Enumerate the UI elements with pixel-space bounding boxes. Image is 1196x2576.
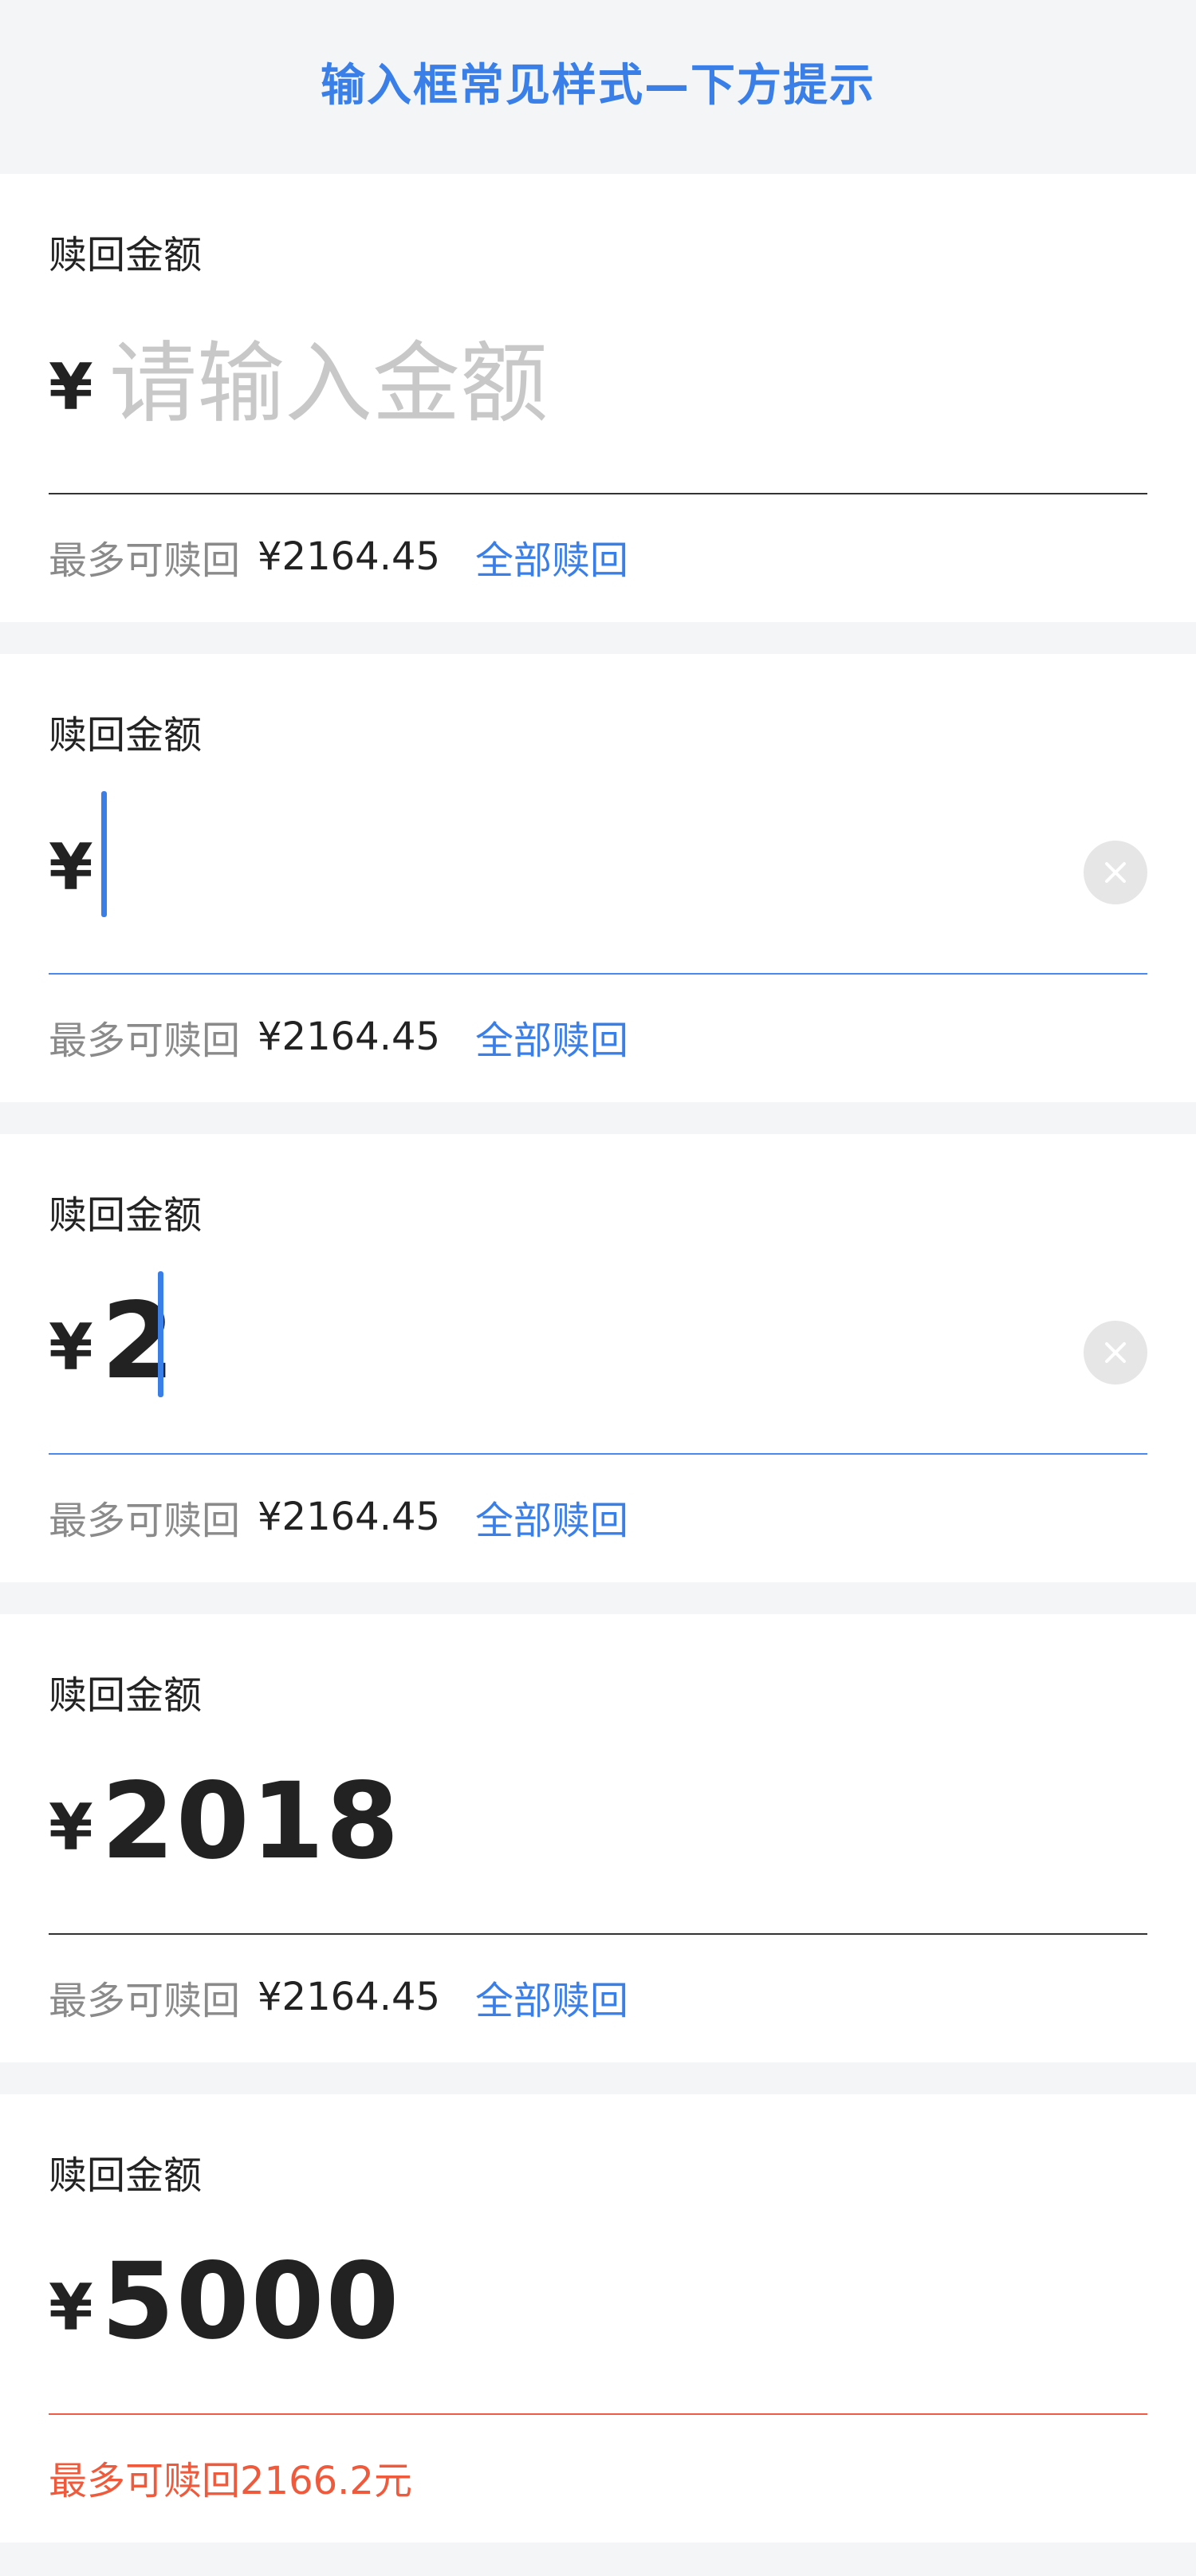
currency-symbol: ¥ — [49, 1790, 93, 1865]
redeem-card-error: 赎回金额 ¥ 5000 最多可赎回2166.2元 — [0, 2094, 1196, 2543]
currency-symbol: ¥ — [49, 2271, 93, 2345]
amount-value: 2 — [101, 1280, 176, 1403]
amount-input[interactable]: ¥ 2018 — [49, 1750, 1147, 1879]
field-label: 赎回金额 — [49, 1673, 203, 1718]
redeem-all-link[interactable]: 全部赎回 — [475, 529, 628, 585]
clear-button[interactable] — [1084, 841, 1147, 904]
input-underline — [49, 1453, 1147, 1455]
hint-row: 最多可赎回 ¥2164.45 全部赎回 — [49, 1973, 628, 2023]
amount-placeholder: 请输入金额 — [109, 333, 548, 435]
field-label: 赎回金额 — [49, 713, 203, 758]
redeem-all-link[interactable]: 全部赎回 — [475, 1969, 628, 2025]
amount-input[interactable]: ¥ 5000 — [49, 2230, 1147, 2359]
currency-symbol: ¥ — [49, 350, 93, 424]
text-caret — [158, 1271, 163, 1397]
max-amount: ¥2164.45 — [258, 1975, 441, 2019]
amount-input[interactable]: ¥ 请输入金额 — [49, 309, 1147, 429]
clear-circle-icon — [1105, 862, 1126, 883]
page-header: 输入框常见样式—下方提示 — [0, 0, 1196, 174]
hint-prefix: 最多可赎回 — [49, 1018, 241, 1063]
redeem-card-filled: 赎回金额 ¥ 2018 最多可赎回 ¥2164.45 全部赎回 — [0, 1614, 1196, 2062]
hint-row: 最多可赎回 ¥2164.45 全部赎回 — [49, 1493, 628, 1543]
text-caret — [101, 791, 107, 917]
currency-symbol: ¥ — [49, 1310, 93, 1385]
page-title: 输入框常见样式—下方提示 — [321, 59, 875, 112]
hint-prefix: 最多可赎回 — [49, 1499, 241, 1543]
hint-row: 最多可赎回 ¥2164.45 全部赎回 — [49, 533, 628, 583]
redeem-all-link[interactable]: 全部赎回 — [475, 1009, 628, 1065]
field-label: 赎回金额 — [49, 233, 203, 278]
currency-symbol: ¥ — [49, 830, 93, 904]
clear-circle-icon — [1105, 1342, 1126, 1363]
max-amount: ¥2164.45 — [258, 534, 441, 579]
clear-button[interactable] — [1084, 1321, 1147, 1385]
redeem-card-empty: 赎回金额 ¥ 请输入金额 最多可赎回 ¥2164.45 全部赎回 — [0, 174, 1196, 622]
field-label: 赎回金额 — [49, 1193, 203, 1238]
input-underline — [49, 493, 1147, 494]
amount-input[interactable]: ¥ — [49, 790, 1147, 917]
hint-row: 最多可赎回2166.2元 — [49, 2453, 412, 2503]
error-message: 最多可赎回2166.2元 — [49, 2459, 412, 2503]
max-amount: ¥2164.45 — [258, 1495, 441, 1539]
redeem-card-typing: 赎回金额 ¥ 2 最多可赎回 ¥2164.45 全部赎回 — [0, 1134, 1196, 1582]
amount-value: 5000 — [101, 2240, 401, 2363]
input-underline — [49, 2413, 1147, 2415]
hint-prefix: 最多可赎回 — [49, 538, 241, 583]
redeem-card-focused: 赎回金额 ¥ 最多可赎回 ¥2164.45 全部赎回 — [0, 654, 1196, 1102]
field-label: 赎回金额 — [49, 2153, 203, 2198]
hint-prefix: 最多可赎回 — [49, 1979, 241, 2023]
redeem-all-link[interactable]: 全部赎回 — [475, 1489, 628, 1545]
input-underline — [49, 973, 1147, 975]
amount-input[interactable]: ¥ 2 — [49, 1270, 1147, 1400]
input-underline — [49, 1933, 1147, 1935]
amount-value: 2018 — [101, 1760, 401, 1883]
max-amount: ¥2164.45 — [258, 1014, 441, 1059]
hint-row: 最多可赎回 ¥2164.45 全部赎回 — [49, 1013, 628, 1063]
